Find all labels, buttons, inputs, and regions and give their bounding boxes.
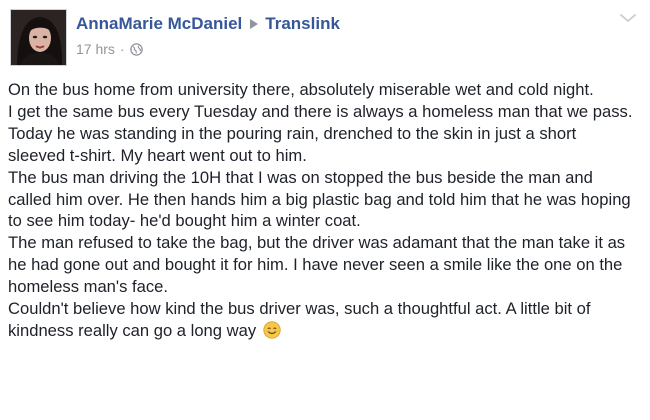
profile-photo: [11, 10, 66, 65]
post-meta: 17 hrs ·: [76, 40, 143, 58]
chevron-down-icon[interactable]: [618, 10, 638, 26]
avatar[interactable]: [10, 9, 67, 66]
post-paragraph: On the bus home from university there, a…: [8, 80, 594, 99]
smiling-face-emoji-icon: [263, 321, 281, 339]
facebook-post: AnnaMarie McDaniel Translink 17 hrs · On…: [0, 0, 650, 420]
post-paragraph: The man refused to take the bag, but the…: [8, 233, 626, 297]
post-body: On the bus home from university there, a…: [8, 79, 638, 342]
post-paragraph-last: Couldn't believe how kind the bus driver…: [8, 298, 638, 342]
post-paragraph-text: Couldn't believe how kind the bus driver…: [8, 299, 591, 340]
post-header: AnnaMarie McDaniel Translink: [76, 13, 340, 35]
author-name-link[interactable]: AnnaMarie McDaniel: [76, 14, 242, 34]
target-page-link[interactable]: Translink: [265, 14, 340, 34]
post-paragraph: I get the same bus every Tuesday and the…: [8, 101, 633, 165]
globe-icon[interactable]: [129, 42, 143, 56]
post-paragraph: The bus man driving the 10H that I was o…: [8, 167, 631, 231]
timestamp-link[interactable]: 17 hrs: [76, 41, 115, 57]
meta-separator: ·: [119, 41, 125, 57]
triangle-right-icon: [250, 19, 259, 29]
